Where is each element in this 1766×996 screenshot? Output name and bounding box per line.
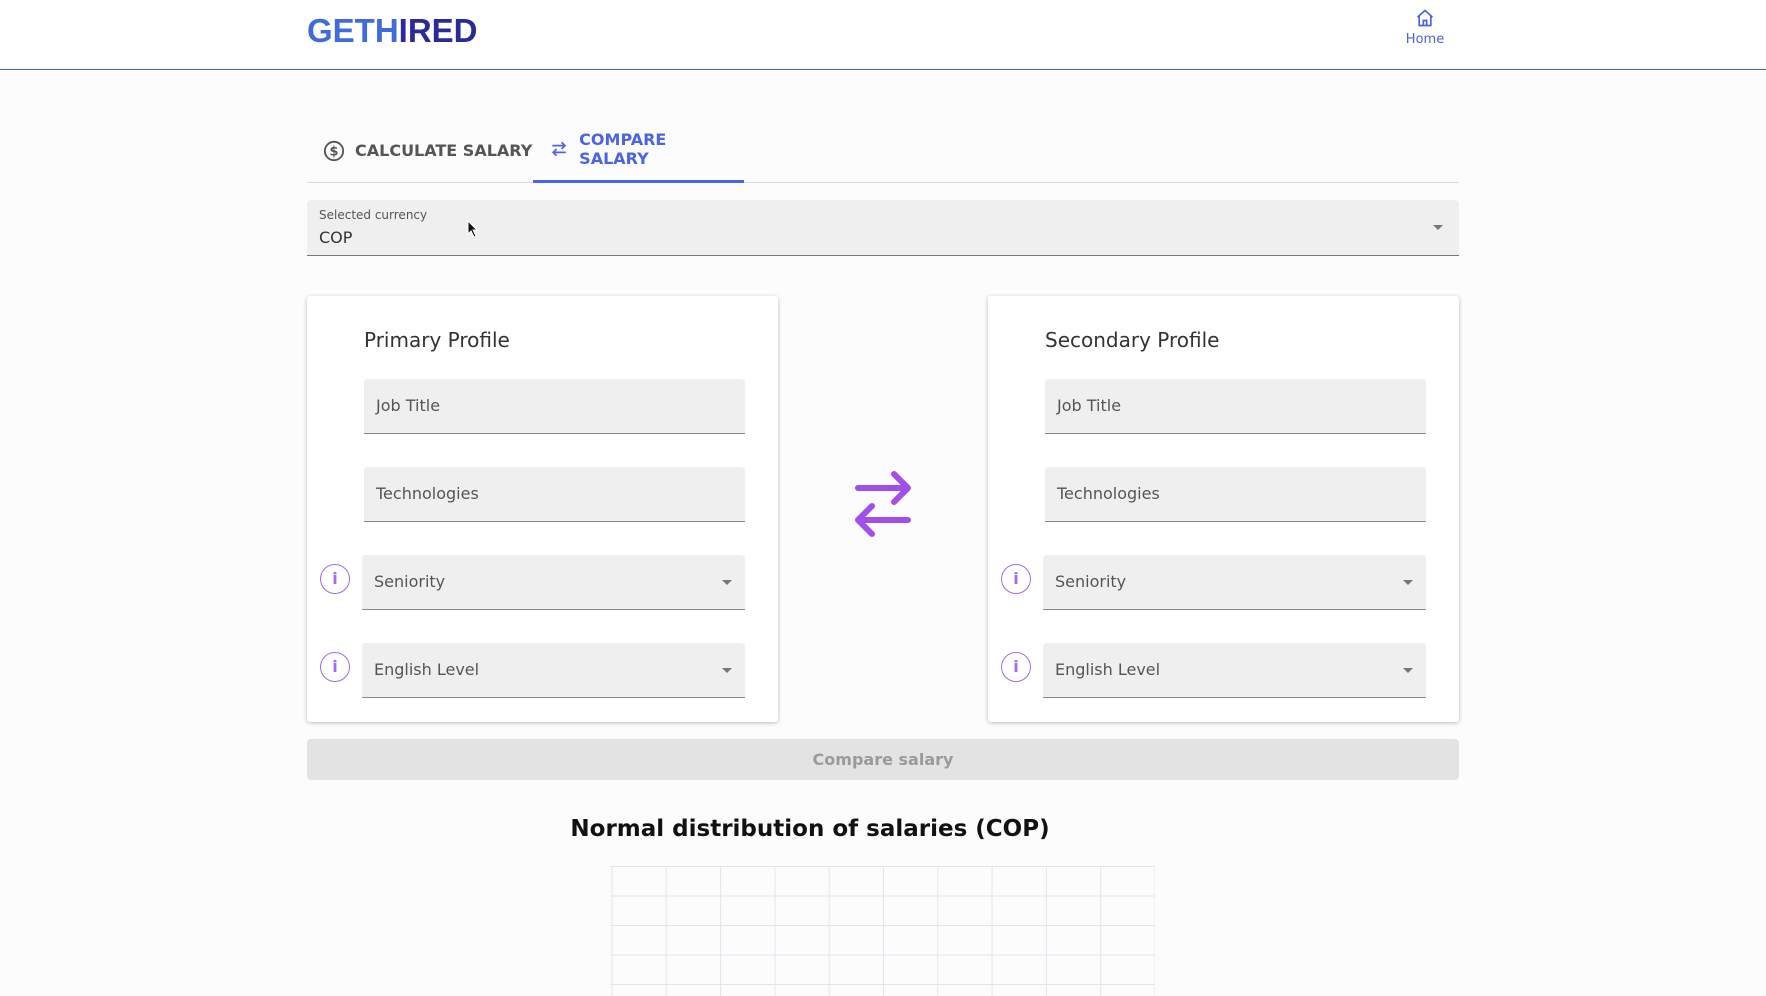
job-title-input[interactable]: Job Title (364, 379, 745, 434)
tab-compare-salary[interactable]: COMPARE SALARY (533, 118, 744, 183)
tab-label: COMPARE SALARY (579, 130, 667, 168)
compare-salary-button[interactable]: Compare salary (307, 739, 1459, 780)
chevron-down-icon (1403, 668, 1413, 673)
english-level-select[interactable]: English Level (1043, 643, 1426, 698)
chevron-down-icon (1403, 580, 1413, 585)
header: GETHIRED Home (0, 0, 1766, 70)
seniority-label: Seniority (374, 572, 446, 591)
secondary-profile-card: Secondary Profile Job Title Technologies… (988, 296, 1459, 722)
dollar-circle-icon: $ (323, 140, 345, 161)
chart-title: Normal distribution of salaries (COP) (570, 816, 1050, 842)
home-icon (1416, 9, 1434, 27)
info-icon[interactable]: i (1001, 652, 1031, 682)
home-link[interactable]: Home (1400, 8, 1450, 47)
english-level-label: English Level (374, 660, 480, 679)
chart-grid (610, 866, 1155, 996)
svg-text:$: $ (330, 144, 339, 159)
home-label: Home (1405, 32, 1445, 47)
card-title: Secondary Profile (1045, 328, 1220, 352)
primary-profile-card: Primary Profile Job Title Technologies i… (307, 296, 778, 722)
technologies-input[interactable]: Technologies (364, 467, 745, 522)
seniority-select[interactable]: Seniority (1043, 555, 1426, 610)
job-title-input[interactable]: Job Title (1045, 379, 1426, 434)
currency-value: COP (319, 228, 353, 247)
chevron-down-icon (722, 580, 732, 585)
info-icon[interactable]: i (1001, 564, 1031, 594)
info-icon[interactable]: i (320, 652, 350, 682)
tab-calculate-salary[interactable]: $ CALCULATE SALARY (307, 118, 548, 183)
chevron-down-icon (722, 668, 732, 673)
seniority-select[interactable]: Seniority (362, 555, 745, 610)
technologies-input[interactable]: Technologies (1045, 467, 1426, 522)
tabs: $ CALCULATE SALARY COMPARE SALARY (307, 118, 1459, 183)
logo[interactable]: GETHIRED (307, 12, 478, 50)
mouse-cursor-icon (467, 220, 479, 238)
seniority-label: Seniority (1055, 572, 1127, 591)
swap-profiles-icon[interactable] (850, 470, 916, 540)
english-level-select[interactable]: English Level (362, 643, 745, 698)
currency-label: Selected currency (319, 208, 428, 222)
info-icon[interactable]: i (320, 564, 350, 594)
swap-arrows-icon (552, 141, 567, 157)
card-title: Primary Profile (364, 328, 510, 352)
chevron-down-icon (1433, 225, 1443, 230)
english-level-label: English Level (1055, 660, 1161, 679)
tab-label: CALCULATE SALARY (355, 141, 533, 160)
currency-select[interactable]: Selected currency COP (307, 200, 1459, 256)
